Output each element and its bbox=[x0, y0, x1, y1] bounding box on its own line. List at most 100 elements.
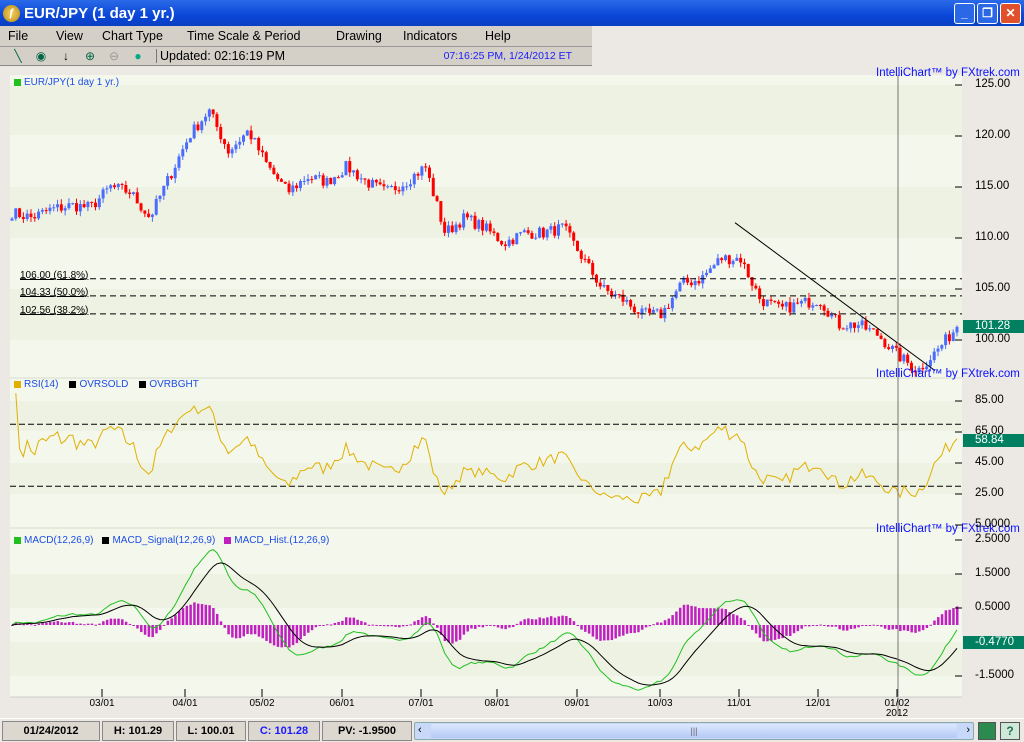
candle bbox=[811, 305, 815, 308]
macd-hist-bar bbox=[697, 608, 701, 625]
y-axis-label: 2.5000 bbox=[975, 533, 1011, 545]
candle bbox=[390, 186, 394, 188]
candle bbox=[769, 299, 773, 301]
candle bbox=[788, 302, 792, 313]
help-icon[interactable]: ? bbox=[1000, 722, 1020, 740]
candle bbox=[439, 201, 443, 222]
macd-hist-bar bbox=[511, 625, 515, 627]
macd-hist-bar bbox=[105, 619, 109, 625]
candle bbox=[815, 305, 819, 307]
candle bbox=[928, 360, 932, 367]
candle bbox=[754, 285, 758, 289]
macd-hist-bar bbox=[557, 616, 561, 625]
candle bbox=[849, 322, 853, 329]
candle bbox=[644, 308, 648, 310]
candle bbox=[101, 189, 105, 199]
macd-hist-bar bbox=[94, 624, 97, 626]
band bbox=[10, 642, 962, 676]
scrollbar-thumb[interactable]: ||| bbox=[431, 724, 957, 738]
macd-hist-bar bbox=[637, 625, 640, 633]
macd-hist-bar bbox=[462, 625, 466, 635]
candle bbox=[359, 178, 363, 180]
legend-swatch bbox=[139, 381, 147, 388]
macd-hist-bar bbox=[891, 625, 894, 630]
y-axis-label: 1.5000 bbox=[975, 567, 1011, 579]
macd-hist-bar bbox=[656, 622, 659, 625]
band bbox=[10, 401, 962, 431]
horizontal-scrollbar[interactable]: ‹ ||| › bbox=[414, 722, 974, 740]
macd-hist-bar bbox=[477, 625, 481, 627]
macd-hist-bar bbox=[834, 625, 838, 627]
macd-hist-bar bbox=[22, 624, 25, 626]
candle bbox=[484, 223, 488, 231]
candle bbox=[93, 202, 97, 208]
candle bbox=[663, 307, 667, 319]
macd-hist-bar bbox=[265, 625, 268, 641]
status-close: C: 101.28 bbox=[248, 721, 320, 741]
macd-hist-bar bbox=[189, 604, 192, 625]
macd-hist-bar bbox=[299, 625, 302, 640]
macd-hist-bar bbox=[937, 617, 940, 625]
candle bbox=[761, 299, 765, 307]
macd-hist-bar bbox=[102, 621, 105, 625]
macd-hist-bar bbox=[576, 625, 579, 626]
candle bbox=[735, 257, 739, 261]
macd-hist-bar bbox=[929, 624, 932, 626]
candle bbox=[314, 175, 318, 180]
candle bbox=[386, 186, 390, 188]
macd-hist-bar bbox=[785, 625, 788, 636]
candle bbox=[82, 204, 86, 208]
scroll-right-icon[interactable]: › bbox=[966, 724, 970, 736]
candle bbox=[511, 239, 515, 245]
macd-hist-bar bbox=[641, 625, 644, 630]
macd-hist-bar bbox=[671, 615, 674, 625]
candle bbox=[898, 347, 902, 362]
candle bbox=[773, 300, 777, 302]
candle bbox=[340, 175, 344, 178]
candle bbox=[109, 185, 113, 189]
macd-hist-bar bbox=[140, 625, 143, 633]
macd-hist-bar bbox=[542, 618, 545, 625]
y-axis-label: 110.00 bbox=[975, 231, 1010, 243]
macd-hist-bar bbox=[857, 625, 860, 628]
candle bbox=[890, 345, 894, 350]
candle bbox=[135, 192, 139, 204]
candle bbox=[435, 196, 439, 202]
candle bbox=[746, 264, 750, 278]
candle bbox=[90, 201, 94, 203]
macd-hist-bar bbox=[322, 625, 325, 626]
candle bbox=[796, 302, 800, 304]
candle bbox=[853, 322, 857, 328]
macd-hist-bar bbox=[887, 625, 891, 630]
candle bbox=[856, 325, 860, 328]
macd-hist-bar bbox=[603, 625, 606, 641]
candle bbox=[48, 207, 52, 212]
scroll-left-icon[interactable]: ‹ bbox=[418, 724, 422, 736]
macd-hist-bar bbox=[773, 625, 777, 640]
window-layout-icon[interactable] bbox=[978, 722, 996, 740]
macd-hist-bar bbox=[29, 624, 33, 626]
candle bbox=[188, 138, 192, 143]
y-axis-label: 115.00 bbox=[975, 180, 1010, 192]
x-axis-label: 08/01 bbox=[484, 698, 510, 709]
candle bbox=[124, 185, 128, 193]
candle bbox=[33, 217, 37, 219]
macd-hist-bar bbox=[413, 621, 416, 625]
macd-hist-bar bbox=[174, 615, 177, 625]
macd-hist-bar bbox=[223, 625, 227, 628]
candle bbox=[128, 192, 132, 194]
macd-hist-bar bbox=[895, 625, 898, 629]
macd-hist-bar bbox=[739, 617, 743, 625]
macd-hist-bar bbox=[238, 625, 242, 639]
macd-hist-bar bbox=[530, 619, 534, 625]
candle bbox=[223, 139, 227, 145]
macd-hist-bar bbox=[489, 625, 492, 626]
macd-hist-bar bbox=[789, 625, 792, 636]
macd-hist-bar bbox=[436, 625, 439, 628]
candle bbox=[625, 299, 629, 302]
macd-hist-bar bbox=[200, 604, 204, 625]
macd-hist-bar bbox=[250, 625, 253, 635]
macd-hist-bar bbox=[363, 622, 367, 625]
macd-hist-bar bbox=[333, 622, 337, 625]
macd-hist-bar bbox=[716, 607, 720, 625]
